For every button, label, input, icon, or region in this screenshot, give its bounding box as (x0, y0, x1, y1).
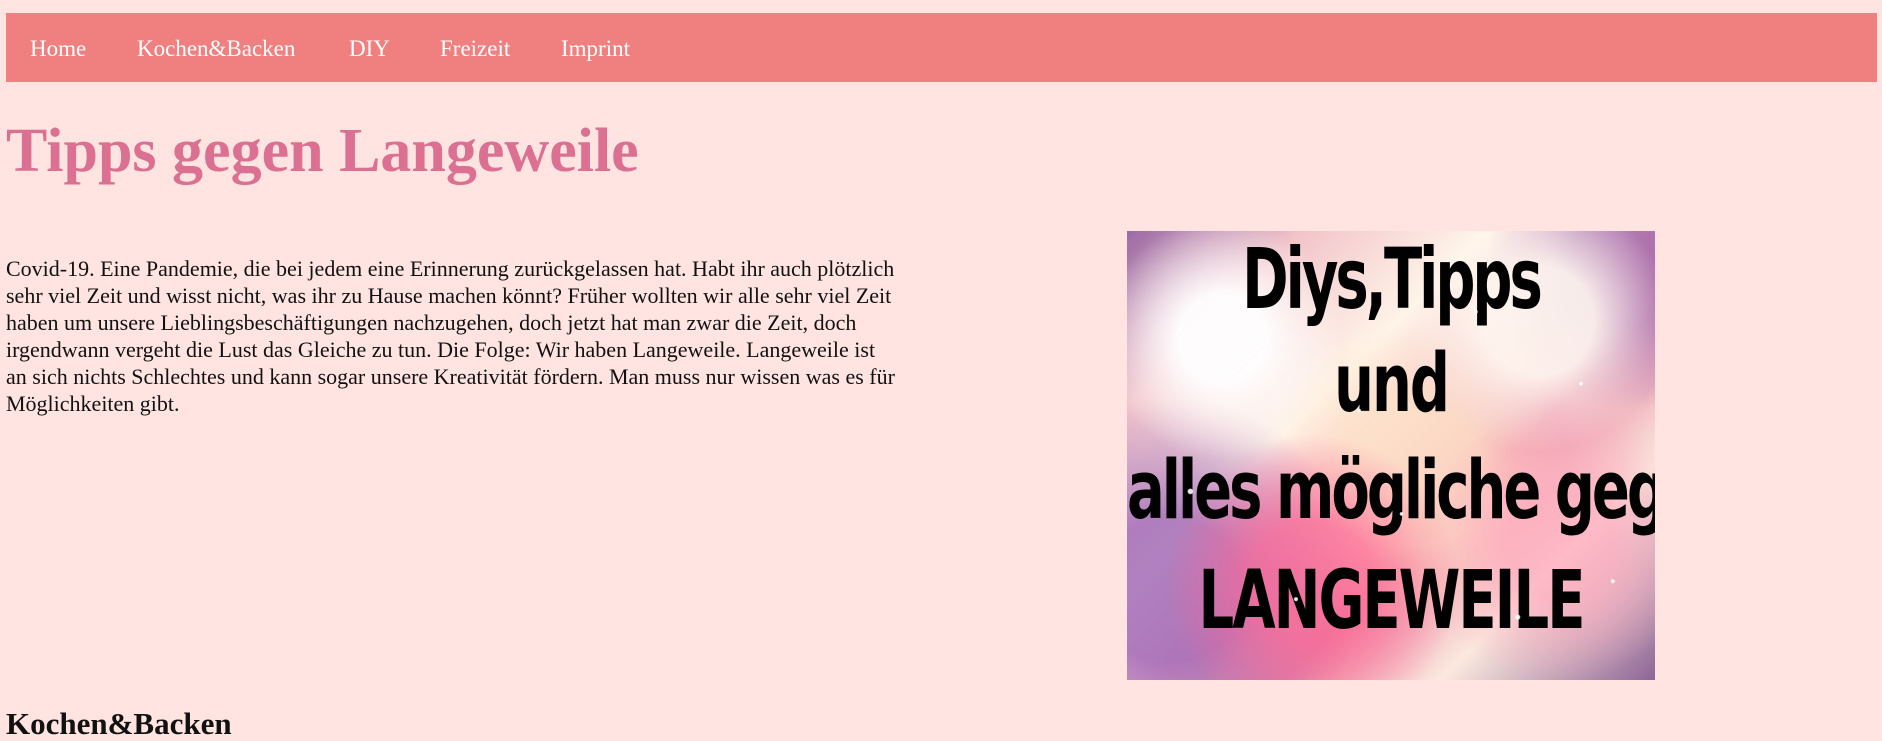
hero-image-line-3: alles mögliche gegen (1127, 444, 1655, 539)
hero-image-line-4: LANGEWEILE (1198, 554, 1586, 649)
page-title: Tipps gegen Langeweile (6, 117, 639, 185)
nav-link-freizeit[interactable]: Freizeit (440, 37, 510, 60)
top-navigation: Home Kochen&Backen DIY Freizeit Imprint (6, 13, 1877, 82)
nav-link-imprint[interactable]: Imprint (561, 37, 630, 60)
hero-image-line-2: und (1334, 337, 1450, 432)
section-heading-kochen-backen: Kochen&Backen (6, 706, 232, 741)
langeweile-hero-image: Diys,Tipps und alles mögliche gegen LANG… (1127, 231, 1655, 680)
intro-paragraph: Covid-19. Eine Pandemie, die bei jedem e… (6, 256, 895, 416)
nav-link-kochen-backen[interactable]: Kochen&Backen (137, 37, 295, 60)
hero-image-line-1: Diys,Tipps (1242, 231, 1543, 329)
nav-link-home[interactable]: Home (30, 37, 86, 60)
nav-link-diy[interactable]: DIY (349, 37, 390, 60)
